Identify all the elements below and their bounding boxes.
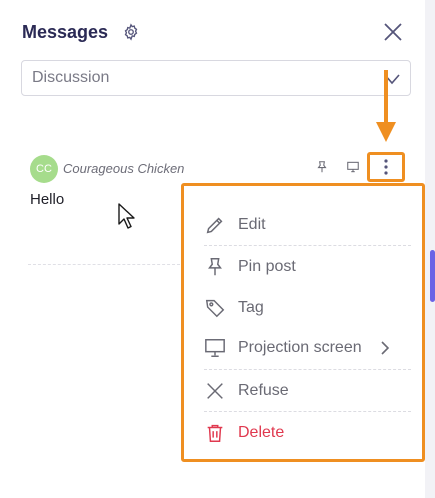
side-scroll-area	[425, 0, 435, 498]
menu-item-refuse[interactable]: Refuse	[204, 376, 404, 406]
author-name: Courageous Chicken	[63, 161, 185, 176]
menu-divider	[204, 411, 411, 412]
menu-divider	[204, 245, 411, 246]
menu-item-projection-screen[interactable]: Projection screen	[204, 333, 404, 363]
discussion-select[interactable]: Discussion	[21, 60, 411, 96]
menu-item-label: Pin post	[238, 258, 296, 275]
pencil-icon	[204, 214, 226, 236]
menu-item-label: Tag	[238, 299, 264, 316]
menu-item-delete[interactable]: Delete	[204, 418, 404, 448]
menu-item-tag[interactable]: Tag	[204, 293, 404, 323]
more-vertical-icon	[384, 159, 388, 175]
chevron-right-icon	[379, 341, 391, 355]
gear-icon[interactable]	[122, 23, 140, 41]
menu-item-label: Edit	[238, 216, 266, 233]
menu-item-pin-post[interactable]: Pin post	[204, 252, 404, 282]
pin-icon	[204, 256, 226, 278]
menu-item-edit[interactable]: Edit	[204, 210, 404, 240]
x-icon	[204, 380, 226, 402]
menu-item-label: Projection screen	[238, 339, 362, 356]
projector-icon[interactable]	[346, 160, 362, 176]
close-icon[interactable]	[383, 22, 403, 42]
pin-icon[interactable]	[315, 160, 331, 176]
message-divider	[28, 264, 180, 265]
message-text: Hello	[30, 191, 65, 208]
trash-icon	[204, 422, 226, 444]
page-title: Messages	[22, 21, 109, 42]
annotation-arrow-head	[376, 122, 396, 142]
scrollbar-thumb[interactable]	[430, 250, 435, 302]
panel-header: Messages	[22, 20, 140, 44]
avatar: CC	[30, 155, 58, 183]
tag-icon	[204, 297, 226, 319]
projector-icon	[204, 337, 226, 359]
select-value: Discussion	[32, 69, 110, 86]
menu-divider	[204, 369, 411, 370]
mouse-cursor-icon	[117, 202, 137, 230]
context-menu: Edit Pin post Tag Projection screen Refu…	[181, 183, 425, 462]
menu-item-label: Refuse	[238, 382, 289, 399]
more-options-button[interactable]	[367, 152, 405, 182]
menu-item-label: Delete	[238, 424, 285, 441]
annotation-arrow	[384, 70, 388, 128]
